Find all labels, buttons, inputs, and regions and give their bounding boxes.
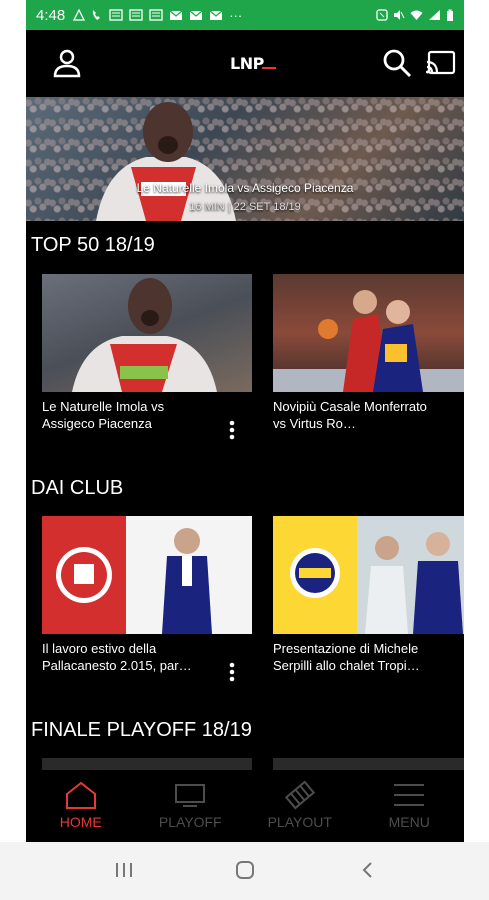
section-title-top50: TOP 50 18/19: [31, 234, 155, 256]
system-icons: [376, 9, 454, 22]
section-title-dai-club: DAI CLUB: [31, 477, 124, 499]
more-vert-icon[interactable]: [228, 662, 236, 682]
wifi-icon: [410, 10, 423, 20]
signal-icon: [429, 10, 440, 20]
players-image: [273, 290, 464, 392]
app-bar: LNP: [26, 30, 464, 96]
video-card[interactable]: Le Naturelle Imola vs Assigeco Piacenza: [42, 274, 252, 440]
home-icon: [65, 781, 96, 809]
search-icon[interactable]: [382, 48, 412, 78]
section-title-finale-playoff: FINALE PLAYOFF 18/19: [31, 719, 252, 741]
nav-menu[interactable]: MENU: [355, 770, 465, 842]
video-card[interactable]: Novipiù Casale Monferrato vs Virtus Ro…: [273, 274, 464, 432]
mute-icon: [394, 10, 405, 20]
mail-icon: [169, 10, 183, 20]
film-icon: [284, 780, 315, 810]
more-notifications-icon: ···: [229, 7, 243, 23]
video-title: Il lavoro estivo della Pallacanesto 2.01…: [42, 641, 192, 673]
lnp-logo: LNP: [229, 54, 279, 73]
news-icon: [129, 9, 143, 21]
warning-icon: [73, 9, 86, 21]
more-vert-icon[interactable]: [228, 420, 236, 440]
video-card[interactable]: Presentazione di Michele Serpilli allo c…: [273, 516, 464, 674]
video-title: Le Naturelle Imola vs Assigeco Piacenza: [42, 399, 165, 431]
video-thumbnail: [273, 516, 464, 634]
back-icon[interactable]: [358, 860, 378, 880]
logo-text: LNP: [230, 54, 265, 72]
nav-playoff[interactable]: PLAYOFF: [136, 770, 246, 842]
menu-icon: [394, 784, 425, 806]
hero-subtitle: 16 MIN | 22 SET 18/19: [189, 201, 301, 213]
video-title: Presentazione di Michele Serpilli allo c…: [273, 641, 420, 673]
nav-label: MENU: [388, 814, 430, 830]
account-icon[interactable]: [52, 48, 82, 78]
nav-label: PLAYOFF: [158, 814, 222, 830]
video-thumbnail: [42, 516, 252, 634]
video-thumbnail: [42, 274, 252, 392]
phone-icon: [93, 10, 101, 20]
nav-home[interactable]: HOME: [26, 770, 136, 842]
android-navigation-bar: [0, 842, 489, 900]
video-thumbnail: [273, 274, 464, 392]
nav-label: PLAYOUT: [267, 814, 332, 830]
hero-title: Le Naturelle Imola vs Assigeco Piacenza: [136, 181, 354, 195]
battery-icon: [447, 9, 453, 21]
player-image: [72, 278, 217, 392]
tv-icon: [175, 784, 206, 807]
hero-banner[interactable]: Le Naturelle Imola vs Assigeco Piacenza …: [26, 97, 464, 221]
nfc-icon: [376, 9, 388, 21]
news-icon: [149, 9, 163, 21]
video-thumbnail-partial[interactable]: [273, 758, 464, 770]
mail-icon: [189, 10, 203, 20]
app-screen: 4:48 ··· LNP Le Naturelle Imola vs Assig…: [26, 0, 464, 900]
nav-playout[interactable]: PLAYOUT: [245, 770, 355, 842]
bottom-navigation: HOME PLAYOFF PLAYOUT MENU: [26, 770, 464, 842]
video-title: Novipiù Casale Monferrato vs Virtus Ro…: [273, 399, 427, 431]
news-icon: [109, 9, 123, 21]
mail-icon: [209, 10, 223, 20]
club-promo-image: [42, 516, 252, 634]
status-bar: 4:48 ···: [26, 0, 464, 30]
cast-icon[interactable]: [426, 48, 456, 78]
video-card[interactable]: Il lavoro estivo della Pallacanesto 2.01…: [42, 516, 252, 682]
notification-icons: ···: [73, 8, 242, 23]
recent-apps-icon[interactable]: [114, 860, 134, 880]
club-promo-image: [273, 516, 464, 634]
video-thumbnail-partial[interactable]: [42, 758, 252, 770]
status-time: 4:48: [36, 6, 66, 24]
home-button-icon[interactable]: [235, 860, 255, 880]
nav-label: HOME: [59, 814, 102, 830]
